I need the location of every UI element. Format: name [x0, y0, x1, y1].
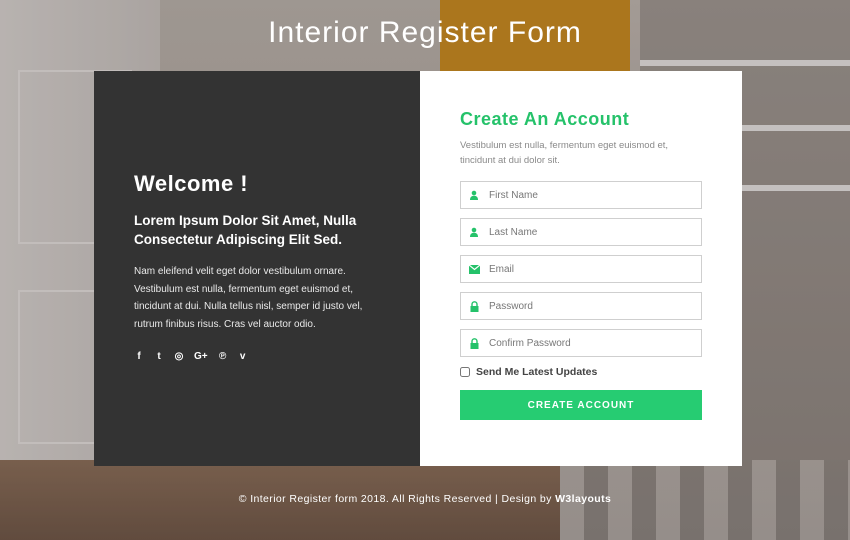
welcome-heading: Welcome ! [134, 171, 249, 196]
instagram-icon[interactable]: ◎ [174, 351, 184, 362]
register-form-panel: Create An Account Vestibulum est nulla, … [420, 71, 742, 466]
email-field [460, 255, 702, 283]
lock-icon [461, 300, 487, 312]
first-name-field [460, 181, 702, 209]
facebook-icon[interactable]: f [134, 351, 144, 362]
user-icon [461, 190, 487, 200]
footer: © Interior Register form 2018. All Right… [0, 493, 850, 505]
updates-checkbox-row[interactable]: Send Me Latest Updates [460, 366, 702, 378]
password-field [460, 292, 702, 320]
first-name-input[interactable] [487, 182, 701, 208]
welcome-panel: Welcome ! Lorem Ipsum Dolor Sit Amet, Nu… [94, 71, 420, 466]
page-title: Interior Register Form [268, 16, 582, 49]
last-name-field [460, 218, 702, 246]
password-input[interactable] [487, 293, 701, 319]
create-account-button[interactable]: CREATE ACCOUNT [460, 390, 702, 420]
pinterest-icon[interactable]: ℗ [218, 351, 228, 362]
envelope-icon [461, 264, 487, 274]
google-plus-icon[interactable]: G+ [194, 351, 208, 362]
updates-checkbox-label: Send Me Latest Updates [476, 366, 598, 378]
email-input[interactable] [487, 256, 701, 282]
register-card: Welcome ! Lorem Ipsum Dolor Sit Amet, Nu… [94, 71, 742, 466]
footer-copyright: © Interior Register form 2018. All Right… [238, 493, 552, 505]
user-icon [461, 227, 487, 237]
welcome-description: Nam eleifend velit eget dolor vestibulum… [134, 266, 363, 330]
confirm-password-input[interactable] [487, 330, 701, 356]
last-name-input[interactable] [487, 219, 701, 245]
footer-brand-link[interactable]: W3layouts [555, 493, 611, 505]
confirm-password-field [460, 329, 702, 357]
form-description: Vestibulum est nulla, fermentum eget eui… [460, 140, 669, 166]
form-title: Create An Account [460, 109, 630, 129]
vimeo-icon[interactable]: v [238, 351, 248, 362]
social-links: f t ◎ G+ ℗ v [134, 351, 380, 362]
updates-checkbox[interactable] [460, 367, 470, 377]
welcome-subheading: Lorem Ipsum Dolor Sit Amet, Nulla Consec… [134, 213, 357, 247]
twitter-icon[interactable]: t [154, 351, 164, 362]
lock-icon [461, 337, 487, 349]
